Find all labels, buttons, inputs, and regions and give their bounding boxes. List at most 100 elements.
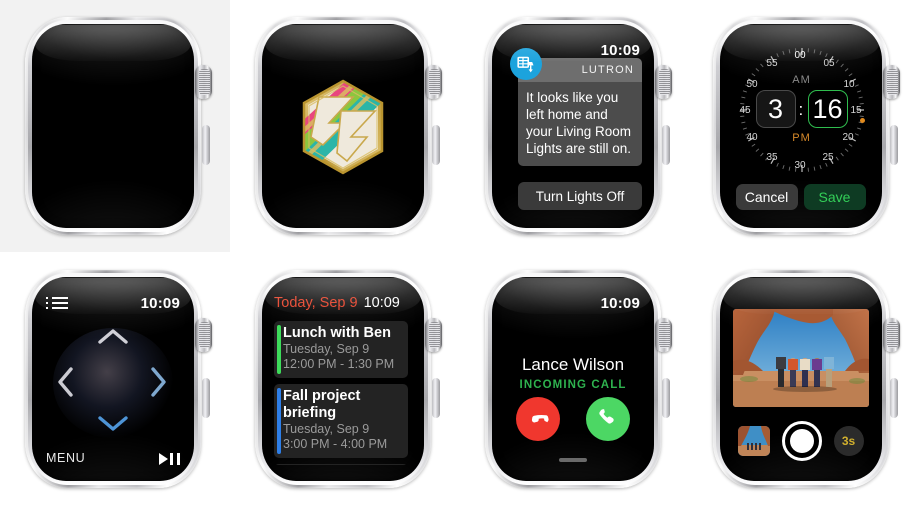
watch-cell-camera: 3s	[690, 252, 915, 505]
timepicker-actions: Cancel Save	[732, 184, 870, 210]
event-day: Tuesday, Sep 9	[283, 341, 370, 356]
blinds-lamp-icon	[510, 48, 542, 80]
digital-crown-icon[interactable]	[195, 65, 212, 99]
meridiem-am[interactable]: AM	[736, 74, 868, 86]
watch-display[interactable]: 10:09 MENU	[32, 276, 194, 481]
watch-display[interactable]: Today, Sep 9 10:09 Lunch with Ben Tuesda…	[262, 276, 424, 481]
tick-55: 55	[766, 58, 778, 69]
list-item[interactable]: Lunch with Ben Tuesday, Sep 9 12:00 PM -…	[274, 320, 408, 378]
apple-watch-camera: 3s	[705, 266, 901, 492]
caller-name: Lance Wilson	[521, 354, 625, 374]
tick-35: 35	[766, 152, 778, 163]
play-pause-button[interactable]	[159, 452, 180, 465]
tick-05: 05	[823, 58, 835, 69]
menu-button[interactable]: MENU	[46, 451, 85, 465]
decline-call-button[interactable]	[516, 396, 560, 441]
watch-display[interactable]	[262, 24, 424, 228]
side-button-icon[interactable]	[889, 125, 898, 165]
apple-watch-timepicker: 00 05 10 15 20 25 30 35 40 45 50 55 AM P…	[705, 13, 901, 239]
list-item[interactable]: Meet with Duncan	[274, 463, 408, 465]
cancel-button[interactable]: Cancel	[735, 184, 798, 210]
apple-watch-remote: 10:09 MENU	[17, 266, 213, 492]
digital-crown-icon[interactable]	[425, 317, 442, 352]
accept-call-icon	[599, 408, 614, 424]
dpad-up-button[interactable]	[96, 327, 130, 347]
digital-crown-icon[interactable]	[882, 65, 900, 99]
side-button-icon[interactable]	[202, 125, 210, 165]
watch-display[interactable]: 3s	[719, 276, 882, 481]
minute-field[interactable]: 16	[807, 90, 848, 128]
apple-watch-call: 10:09 Lance Wilson INCOMING CALL	[477, 266, 673, 492]
screen-camera-remote: 3s	[732, 295, 870, 465]
pause-icon-second-bar	[177, 452, 180, 465]
watch-display[interactable]: 00 05 10 15 20 25 30 35 40 45 50 55 AM P…	[719, 24, 882, 228]
watch-grid: 10:09 LUTRON It looks like you left home…	[0, 0, 915, 505]
list-menu-icon[interactable]	[46, 296, 68, 310]
camera-viewfinder[interactable]	[732, 308, 869, 407]
event-time: 3:00 PM - 4:00 PM	[283, 436, 388, 451]
watch-display[interactable]: 10:09 Lance Wilson INCOMING CALL	[492, 276, 654, 481]
accept-call-button[interactable]	[586, 396, 630, 441]
notification-app-name: LUTRON	[581, 64, 634, 76]
event-title: Lunch with Ben	[283, 324, 391, 341]
screen-notification: 10:09 LUTRON It looks like you left home…	[504, 42, 642, 212]
last-photo-thumbnail[interactable]	[737, 425, 770, 456]
camera-controls: 3s	[732, 420, 870, 461]
event-title: Fall project briefing	[283, 387, 361, 421]
meridiem-pm[interactable]: PM	[736, 132, 868, 144]
calendar-header: Today, Sep 9 10:09	[274, 295, 412, 311]
shutter-button[interactable]	[781, 420, 822, 461]
watch-cell-call: 10:09 Lance Wilson INCOMING CALL	[460, 252, 690, 505]
list-item[interactable]: Fall project briefing Tuesday, Sep 9 3:0…	[274, 383, 408, 458]
timer-button[interactable]: 3s	[833, 425, 864, 456]
screen-achievement	[274, 42, 412, 212]
screen-blank	[44, 42, 182, 212]
minute-position-dot-icon	[859, 118, 865, 123]
watch-cell-achievement	[230, 0, 460, 252]
tick-30: 30	[794, 160, 806, 171]
digital-crown-icon[interactable]	[655, 317, 672, 352]
call-status-label: INCOMING CALL	[519, 378, 627, 391]
status-time: 10:09	[600, 42, 640, 59]
calendar-event-list[interactable]: Lunch with Ben Tuesday, Sep 9 12:00 PM -…	[274, 315, 412, 465]
apple-watch-notification: 10:09 LUTRON It looks like you left home…	[477, 13, 673, 239]
tick-00: 00	[794, 50, 806, 61]
watch-cell-timepicker: 00 05 10 15 20 25 30 35 40 45 50 55 AM P…	[690, 0, 915, 252]
side-button-icon[interactable]	[889, 377, 898, 418]
notification-body-text: It looks like you left home and your Liv…	[518, 82, 642, 166]
side-button-icon[interactable]	[432, 377, 440, 418]
status-time: 10:09	[600, 294, 640, 312]
pause-icon	[170, 452, 173, 465]
screen-remote: 10:09 MENU	[44, 295, 182, 465]
turn-lights-off-button[interactable]: Turn Lights Off	[518, 182, 642, 210]
digital-crown-icon[interactable]	[655, 65, 672, 99]
status-time: 10:09	[363, 294, 400, 311]
digital-crown-icon[interactable]	[882, 317, 900, 352]
play-icon	[159, 452, 168, 465]
side-button-icon[interactable]	[662, 377, 670, 418]
side-button-icon[interactable]	[432, 125, 440, 165]
screen-calendar: Today, Sep 9 10:09 Lunch with Ben Tuesda…	[274, 295, 412, 465]
digital-crown-icon[interactable]	[425, 65, 442, 99]
side-button-icon[interactable]	[662, 125, 670, 165]
digital-crown-icon[interactable]	[195, 317, 212, 352]
tick-25: 25	[822, 152, 834, 163]
decline-call-icon	[531, 414, 549, 422]
shutter-inner-icon	[789, 428, 814, 453]
dpad-down-button[interactable]	[96, 413, 130, 433]
hour-field[interactable]: 3	[755, 90, 796, 128]
watch-cell-notification: 10:09 LUTRON It looks like you left home…	[460, 0, 690, 252]
side-button-icon[interactable]	[202, 377, 210, 418]
apple-watch-calendar: Today, Sep 9 10:09 Lunch with Ben Tuesda…	[247, 266, 443, 492]
dpad-left-button[interactable]	[56, 365, 76, 399]
watch-display[interactable]	[32, 24, 194, 228]
apple-watch-blank	[17, 13, 213, 239]
watch-display[interactable]: 10:09 LUTRON It looks like you left home…	[492, 24, 654, 228]
dpad-right-button[interactable]	[148, 365, 168, 399]
save-button[interactable]: Save	[803, 184, 866, 210]
screen-timepicker: 00 05 10 15 20 25 30 35 40 45 50 55 AM P…	[732, 42, 870, 212]
minute-dial[interactable]: 00 05 10 15 20 25 30 35 40 45 50 55 AM P…	[736, 44, 868, 176]
home-indicator	[559, 457, 587, 462]
time-separator: :	[798, 100, 804, 119]
calendar-date: Today, Sep 9	[274, 294, 358, 311]
